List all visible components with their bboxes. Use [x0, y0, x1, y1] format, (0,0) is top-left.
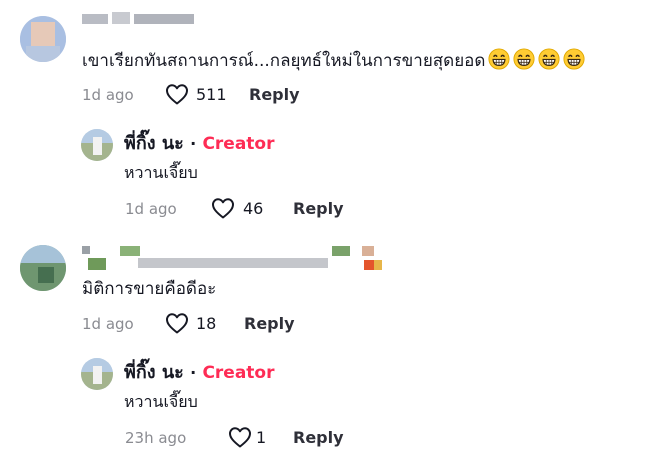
commenter-avatar[interactable] [20, 245, 66, 291]
commenter-username-blurred[interactable] [82, 12, 202, 26]
commenter-avatar[interactable] [20, 16, 66, 62]
creator-avatar[interactable] [81, 129, 113, 161]
creator-name[interactable]: พี่กิ๊ง นะ [124, 133, 184, 154]
grinning-face-icon [513, 48, 535, 70]
reply-like-count: 1 [256, 428, 267, 447]
comment-text-content: เขาเรียกทันสถานการณ์...กลยุทธ์ใหม่ในการข… [82, 51, 486, 71]
reply-text: หวานเจี๊ยบ [124, 392, 198, 411]
creator-name[interactable]: พี่กิ๊ง นะ [124, 362, 184, 383]
grinning-face-icon [488, 48, 510, 70]
reply-author-line: พี่กิ๊ง นะ · Creator [124, 133, 275, 155]
reply-author-line: พี่กิ๊ง นะ · Creator [124, 362, 275, 384]
grinning-face-icon [538, 48, 560, 70]
reply-button[interactable]: Reply [244, 315, 295, 333]
comment-1: เขาเรียกทันสถานการณ์...กลยุทธ์ใหม่ในการข… [0, 0, 650, 230]
heart-icon[interactable] [228, 426, 252, 448]
like-count: 511 [196, 85, 227, 104]
reply-button[interactable]: Reply [293, 200, 344, 218]
comment-text: มิติการขายคือดีอะ [82, 279, 217, 299]
separator-dot: · [190, 134, 197, 153]
heart-icon[interactable] [165, 312, 189, 334]
comment-time: 1d ago [82, 315, 134, 333]
reply-button[interactable]: Reply [249, 86, 300, 104]
comment-text: เขาเรียกทันสถานการณ์...กลยุทธ์ใหม่ในการข… [82, 48, 585, 72]
reply-text: หวานเจี๊ยบ [124, 163, 198, 182]
reply-button[interactable]: Reply [293, 429, 344, 447]
reply-like-count: 46 [243, 199, 264, 218]
reply-time: 1d ago [125, 200, 177, 218]
commenter-username-blurred[interactable] [82, 244, 387, 274]
heart-icon[interactable] [165, 83, 189, 105]
creator-badge: Creator [202, 134, 275, 154]
creator-badge: Creator [202, 363, 275, 383]
comment-2: มิติการขายคือดีอะ 1d ago 18 Reply พี่กิ๊… [0, 230, 650, 456]
comment-time: 1d ago [82, 86, 134, 104]
emoji-group [485, 48, 585, 71]
grinning-face-icon [563, 48, 585, 70]
separator-dot: · [190, 363, 197, 382]
reply-time: 23h ago [125, 429, 187, 447]
like-count: 18 [196, 314, 217, 333]
creator-avatar[interactable] [81, 358, 113, 390]
heart-icon[interactable] [211, 197, 235, 219]
